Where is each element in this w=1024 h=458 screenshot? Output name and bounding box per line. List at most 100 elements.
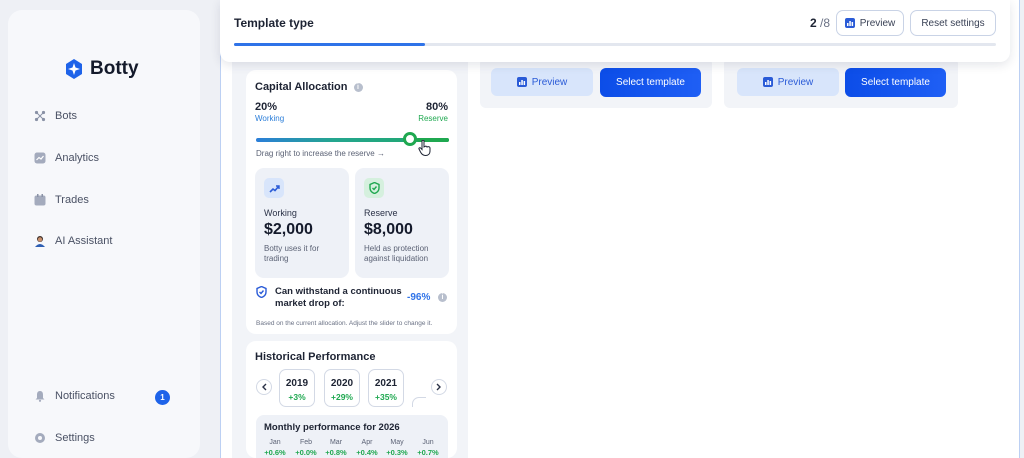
working-summary-card: Working $2,000 Botty uses it for trading: [255, 168, 349, 278]
trend-up-icon: [264, 178, 284, 198]
preview-label: Preview: [859, 17, 896, 29]
month-value: +0.6%: [264, 448, 286, 457]
month-label: Apr: [361, 439, 373, 446]
reserve-summary-card: Reserve $8,000 Held as protection agains…: [355, 168, 449, 278]
sidebar-item-trades[interactable]: Trades: [34, 194, 89, 206]
year-tile-2020[interactable]: 2020 +29%: [324, 369, 360, 407]
market-drop-statement: Can withstand a continuous market drop o…: [256, 286, 405, 310]
market-drop-value: -96%: [407, 292, 431, 303]
ai-assistant-icon: [35, 236, 45, 247]
year-tile-2021[interactable]: 2021 +35%: [368, 369, 404, 407]
month-label: Feb: [299, 439, 313, 446]
working-percent: 20%: [255, 101, 278, 113]
monthly-performance-panel: Monthly performance for 2026 Jan +0.6% Fe…: [256, 415, 448, 458]
reserve-card-label: Reserve: [364, 208, 398, 218]
year-tile-clip: 2 +: [412, 369, 426, 407]
month-column: May +0.3%: [382, 439, 412, 457]
select-template-button[interactable]: Select template: [600, 68, 701, 97]
select-template-button[interactable]: Select template: [845, 68, 946, 97]
monthly-performance-title: Monthly performance for 2026: [264, 422, 400, 433]
sidebar-item-label: Analytics: [55, 152, 100, 164]
month-column: Apr +0.4%: [352, 439, 382, 457]
month-value: +0.4%: [356, 448, 378, 457]
month-column: Jun +0.7%: [413, 439, 443, 457]
reserve-amount: $8,000: [364, 221, 413, 238]
sidebar-item-notifications[interactable]: Notifications: [34, 390, 115, 402]
wizard-title: Template type: [234, 16, 314, 30]
month-column: Jan +0.6%: [260, 439, 290, 457]
sidebar-item-settings[interactable]: Settings: [34, 432, 95, 444]
month-column: Mar +0.8%: [321, 439, 351, 457]
template-card: Preview Select template: [724, 58, 958, 108]
month-value: +0.7%: [417, 448, 439, 457]
sidebar-item-label: AI Assistant: [55, 235, 113, 247]
sidebar-item-label: Notifications: [55, 390, 115, 402]
trades-icon: [34, 194, 46, 206]
chevron-left-icon: [262, 383, 267, 391]
reset-settings-button[interactable]: Reset settings: [910, 10, 996, 36]
step-current: 2: [810, 16, 817, 30]
month-column: Feb +0.0%: [291, 439, 321, 457]
card-title: Capital Allocation: [255, 81, 348, 93]
working-card-label: Working: [264, 208, 297, 218]
historical-performance-card: Historical Performance 2019 +3% 2020 +29…: [246, 341, 457, 458]
chart-icon: [516, 77, 527, 87]
chart-icon: [844, 18, 855, 28]
step-counter: 2 /8: [810, 16, 830, 30]
info-icon[interactable]: i: [438, 293, 447, 302]
shield-check-icon: [364, 178, 384, 198]
month-label: Jun: [422, 439, 434, 446]
sidebar-item-label: Settings: [55, 432, 95, 444]
shield-check-icon: [256, 286, 267, 298]
month-label: Jan: [269, 439, 281, 446]
month-label: Mar: [329, 439, 343, 446]
sidebar-item-ai-assistant[interactable]: AI Assistant: [34, 235, 112, 247]
previous-year-button[interactable]: [256, 379, 272, 395]
allocation-slider-handle[interactable]: [403, 132, 418, 146]
bell-icon: [35, 391, 45, 402]
historical-performance-title: Historical Performance: [255, 351, 376, 363]
year-return: +3%: [288, 392, 306, 402]
sidebar-item-bots[interactable]: Bots: [34, 110, 77, 122]
month-value: +0.8%: [325, 448, 347, 457]
notification-badge: 1: [155, 390, 170, 405]
sidebar-item-label: Bots: [55, 110, 78, 122]
next-year-button[interactable]: [431, 379, 447, 395]
preview-label: Preview: [531, 76, 568, 88]
wizard-progress-track: [234, 43, 996, 46]
wizard-header: Template type 2 /8 Preview Reset setting…: [220, 0, 1010, 62]
reserve-description: Held as protection against liquidation: [364, 244, 429, 263]
brand[interactable]: Botty: [64, 58, 139, 80]
reserve-label: Reserve: [418, 114, 448, 123]
year-tile-2019[interactable]: 2019 +3%: [279, 369, 315, 407]
year-return: +29%: [331, 392, 353, 402]
month-value: +0.0%: [295, 448, 317, 457]
working-label: Working: [255, 114, 285, 123]
reserve-percent: 80%: [425, 101, 448, 113]
year-label: 2020: [330, 378, 354, 389]
botty-logo-icon: [66, 59, 82, 79]
sidebar-item-analytics[interactable]: Analytics: [34, 152, 99, 164]
month-value: +0.3%: [386, 448, 408, 457]
template-preview-button[interactable]: Preview: [491, 68, 593, 96]
gear-icon: [35, 433, 45, 443]
brand-name: Botty: [90, 58, 139, 79]
year-tile-partial[interactable]: 2 +: [412, 397, 426, 407]
preview-label: Preview: [777, 76, 814, 88]
month-label: May: [390, 439, 404, 446]
allocation-footnote: Based on the current allocation. Adjust …: [256, 320, 433, 327]
template-preview-button[interactable]: Preview: [737, 68, 839, 96]
withstand-text: Can withstand a continuous market drop o…: [275, 286, 402, 309]
year-label: 2021: [374, 378, 398, 389]
info-icon[interactable]: i: [353, 82, 363, 92]
wizard-preview-button[interactable]: Preview: [836, 10, 904, 36]
year-return: +35%: [375, 392, 397, 402]
chart-icon: [762, 77, 773, 87]
capital-allocation-card: Capital Allocation i 20% Working 80% Res…: [246, 70, 457, 334]
year-label: 2019: [285, 378, 309, 389]
chevron-right-icon: [436, 383, 441, 391]
wizard-progress-fill: [234, 43, 425, 46]
hand-cursor-icon: [418, 140, 431, 156]
sidebar-item-label: Trades: [55, 194, 89, 206]
slider-hint: Drag right to increase the reserve →: [256, 149, 385, 158]
